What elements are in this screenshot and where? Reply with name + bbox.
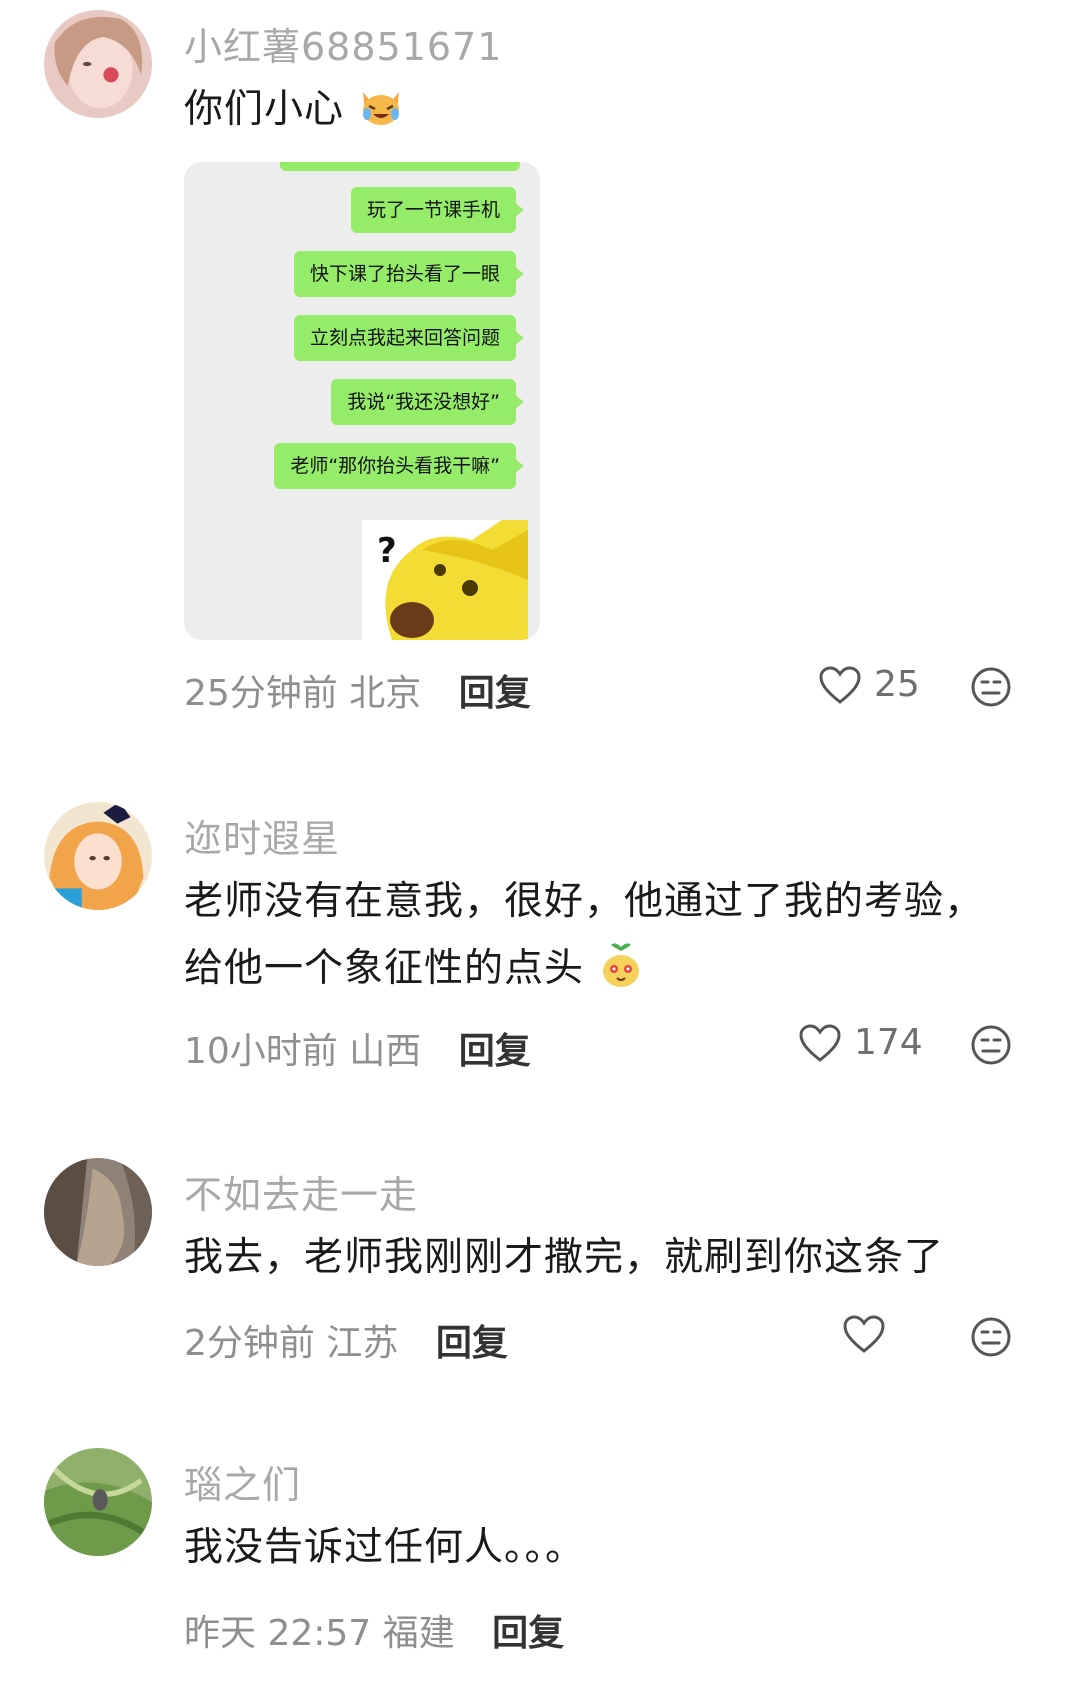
comment-meta: 昨天 22:57 福建 回复 — [184, 1604, 564, 1656]
comment-text: 老师没有在意我，很好，他通过了我的考验， 给他一个象征性的点头 — [184, 868, 1024, 1002]
reply-button[interactable]: 回复 — [459, 673, 531, 714]
comment-location: 山西 — [349, 1031, 422, 1072]
nodding-sprout-emoji — [603, 943, 640, 987]
user-avatar[interactable] — [44, 802, 152, 910]
sticker-question-mark: ? — [377, 531, 397, 571]
comment-time: 10小时前 — [184, 1031, 338, 1072]
comment-time: 25分钟前 — [184, 673, 338, 714]
comment-location: 江苏 — [326, 1323, 399, 1364]
comment-text: 我没告诉过任何人。。。 — [184, 1525, 586, 1570]
avatar-image — [44, 1448, 152, 1556]
like-count: 25 — [874, 664, 920, 705]
comment-meta: 25分钟前 北京 回复 — [184, 664, 531, 716]
reply-button[interactable]: 回复 — [459, 1031, 531, 1072]
comment-meta: 10小时前 山西 回复 — [184, 1022, 531, 1074]
chat-bubble: 我说“我还没想好” — [331, 379, 524, 425]
comment-text-line-2: 给他一个象征性的点头 — [184, 935, 1024, 1002]
comment-username[interactable]: 迩时遐星 — [184, 808, 340, 863]
user-avatar[interactable] — [44, 10, 152, 118]
comment-text-line: 老师没有在意我，很好，他通过了我的考验， — [184, 879, 985, 924]
comment-text-line: 给他一个象征性的点头 — [184, 946, 585, 991]
chat-bubble: 玩了一节课手机 — [350, 187, 525, 233]
like-button[interactable]: 174 — [798, 1022, 923, 1063]
comment-username[interactable]: 小红薯68851671 — [184, 16, 502, 71]
like-button[interactable]: 25 — [818, 664, 920, 705]
heart-outline-icon — [819, 665, 861, 704]
avatar-image — [44, 802, 152, 910]
chat-bubble-partial — [280, 162, 520, 171]
comment-username[interactable]: 不如去走一走 — [184, 1164, 418, 1219]
comment-text: 我去，老师我刚刚才撒完，就刷到你这条了 — [184, 1235, 945, 1280]
neutral-face-icon[interactable] — [970, 1316, 1012, 1358]
neutral-face-icon[interactable] — [970, 1024, 1012, 1066]
comment-time: 昨天 22:57 — [184, 1613, 372, 1654]
comment-location: 福建 — [382, 1613, 455, 1654]
chat-bubble: 立刻点我起来回答问题 — [293, 315, 525, 361]
chat-screenshot-image[interactable]: 玩了一节课手机 快下课了抬头看了一眼 立刻点我起来回答问题 我说“我还没想好” … — [184, 162, 540, 640]
heart-outline-icon — [799, 1023, 841, 1062]
comment-time: 2分钟前 — [184, 1323, 315, 1364]
neutral-face-icon[interactable] — [970, 666, 1012, 708]
avatar-image — [44, 1158, 152, 1266]
comment-meta: 2分钟前 江苏 回复 — [184, 1314, 508, 1366]
reply-button[interactable]: 回复 — [436, 1323, 508, 1364]
comment-location: 北京 — [349, 673, 422, 714]
comment-text-content: 你们小心 — [184, 87, 345, 132]
user-avatar[interactable] — [44, 1158, 152, 1266]
user-avatar[interactable] — [44, 1448, 152, 1556]
reply-button[interactable]: 回复 — [492, 1613, 564, 1654]
chat-bubble: 快下课了抬头看了一眼 — [293, 251, 525, 297]
avatar-image — [44, 10, 152, 118]
yellow-dog-sticker: ? — [362, 520, 528, 640]
like-button[interactable] — [842, 1314, 898, 1354]
heart-outline-icon — [843, 1315, 885, 1353]
chat-bubble: 老师“那你抬头看我干嘛” — [274, 443, 524, 489]
comment-username[interactable]: 瑙之们 — [184, 1454, 301, 1509]
like-count: 174 — [854, 1022, 923, 1063]
crying-laughing-cat-emoji — [363, 92, 400, 125]
comment-text: 你们小心 — [184, 76, 1024, 143]
